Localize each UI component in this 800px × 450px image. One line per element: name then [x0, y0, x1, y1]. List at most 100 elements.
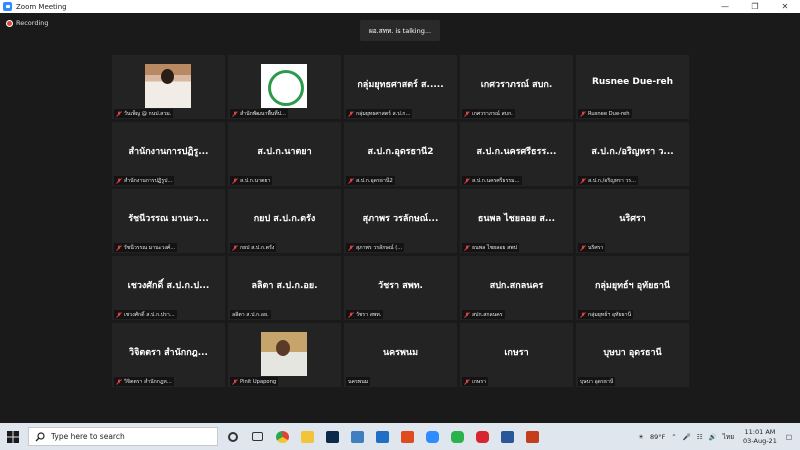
participant-tile[interactable]: นครพนม นครพนม	[344, 323, 457, 387]
close-button[interactable]: ✕	[770, 0, 800, 13]
participant-tile[interactable]: ส.ป.ก./อริญหรา ว... ส.ป.ก./อริญหรา วร...	[576, 122, 689, 186]
volume-icon[interactable]: 🔊	[709, 433, 717, 441]
participant-name: สำนักงานการปฏิรูป...	[124, 177, 173, 184]
participant-tile[interactable]: สุภาพร วรลักษณ์... สุภาพร วรลักษณ์ (...	[344, 189, 457, 253]
participant-display-name: สปก.สกลนคร	[489, 281, 544, 291]
participant-tile[interactable]: Pinit Upapong	[228, 323, 341, 387]
photoshop-taskbar-button[interactable]	[320, 423, 345, 450]
muted-mic-icon	[232, 177, 238, 184]
muted-mic-icon	[348, 110, 354, 117]
participant-tile[interactable]: ส.ป.ก.อุดรธานี2 ส.ป.ก.อุดรธานี2	[344, 122, 457, 186]
gallery-grid: วันเพ็ญ @ กนป.สวม. สำนักพัฒนาพื้นที่ป... ก…	[112, 55, 689, 387]
participant-name-label: เกศวราภรณ์ สบก.	[462, 109, 515, 118]
participant-tile[interactable]: กยป ส.ป.ก.ตรัง กยป ส.ป.ก.ตรัง	[228, 189, 341, 253]
participant-tile[interactable]: เชวงศักดิ์ ส.ป.ก.ป... เชวงศักดิ์ ส.ป.ก.ปร…	[112, 256, 225, 320]
weather-temp[interactable]: 89°F	[650, 433, 665, 441]
participant-tile[interactable]: กลุ่มยุทธ์ฯ อุทัยธานี กลุ่มยุทธ์ฯ อุทัยธา…	[576, 256, 689, 320]
participant-video	[261, 64, 307, 108]
taskbar-search-box[interactable]: Type here to search	[28, 427, 218, 446]
recorder-taskbar-button[interactable]	[470, 423, 495, 450]
muted-mic-icon	[232, 378, 238, 385]
participant-video	[261, 332, 307, 376]
participant-name-label: ธนพล ไชยลอย สพป	[462, 243, 519, 252]
participant-name-label: วันเพ็ญ @ กนป.สวม.	[114, 109, 174, 118]
participant-name-label: Pinit Upapong	[230, 377, 279, 386]
participant-name-label: สำนักพัฒนาพื้นที่ป...	[230, 109, 288, 118]
participant-tile[interactable]: ส.ป.ก.นาตยา ส.ป.ก.นาตยา	[228, 122, 341, 186]
powerpoint-icon	[526, 430, 539, 443]
participant-name-label: กยป ส.ป.ก.ตรัง	[230, 243, 277, 252]
record-icon	[6, 19, 13, 27]
powerpoint-taskbar-button[interactable]	[520, 423, 545, 450]
participant-tile[interactable]: รัชนีวรรณ มานะว... รัชนีวรรณ มานะวงศ์...	[112, 189, 225, 253]
participant-tile[interactable]: เกศวราภรณ์ สบก. เกศวราภรณ์ สบก.	[460, 55, 573, 119]
participant-tile[interactable]: ลลิตา ส.ป.ก.อย. ลลิตา ส.ป.ก.อย.	[228, 256, 341, 320]
participant-display-name: เกษรา	[504, 348, 529, 358]
chrome-taskbar-button[interactable]	[270, 423, 295, 450]
participant-tile[interactable]: นริศรา นริศรา	[576, 189, 689, 253]
participant-name: เกษรา	[472, 378, 487, 385]
multitask-icon	[252, 432, 263, 441]
participant-tile[interactable]: Rusnee Due-reh Rusnee Due-reh	[576, 55, 689, 119]
start-button[interactable]	[0, 423, 26, 450]
weather-icon[interactable]: ☀	[638, 433, 644, 441]
muted-mic-icon	[464, 244, 470, 251]
microphone-icon[interactable]: 🎤	[683, 433, 691, 441]
zoom-taskbar-button[interactable]	[420, 423, 445, 450]
vector-app-icon	[351, 430, 364, 443]
participant-name: กลุ่มยุทธศาสตร์ ส.ป.ก...	[356, 110, 411, 117]
show-hidden-icons-icon[interactable]: ⌃	[671, 433, 676, 441]
participant-display-name: สำนักงานการปฏิรู...	[128, 147, 209, 157]
participant-display-name: สุภาพร วรลักษณ์...	[362, 214, 439, 224]
muted-mic-icon	[580, 311, 586, 318]
taskbar-clock[interactable]: 11:01 AM 03-Aug-21	[743, 428, 777, 446]
muted-mic-icon	[464, 311, 470, 318]
multitask-taskbar-button[interactable]	[245, 423, 270, 450]
participant-tile[interactable]: วิจิตตรา สำนักกฎ... วิจิตตรา สำนักกฎห...	[112, 323, 225, 387]
participant-name: นริศรา	[588, 244, 604, 251]
participant-tile[interactable]: สำนักงานการปฏิรู... สำนักงานการปฏิรูป...	[112, 122, 225, 186]
participant-name-label: ส.ป.ก.อุดรธานี2	[346, 176, 395, 185]
participant-name-label: นริศรา	[578, 243, 606, 252]
participant-display-name: กลุ่มยุทธ์ฯ อุทัยธานี	[594, 281, 671, 291]
maximize-button[interactable]: ❐	[740, 0, 770, 13]
participant-tile[interactable]: วันเพ็ญ @ กนป.สวม.	[112, 55, 225, 119]
recording-indicator[interactable]: Recording	[6, 19, 49, 27]
muted-mic-icon	[116, 378, 122, 385]
participant-display-name: ธนพล ไชยลอย ส...	[477, 214, 556, 224]
participant-name: ส.ป.ก.อุดรธานี2	[356, 177, 393, 184]
participant-tile[interactable]: เกษรา เกษรา	[460, 323, 573, 387]
file-explorer-taskbar-button[interactable]	[295, 423, 320, 450]
participant-tile[interactable]: บุษบา อุดรธานี บุษบา อุดรธานี	[576, 323, 689, 387]
taskbar-apps	[220, 423, 545, 450]
task-view-taskbar-button[interactable]	[220, 423, 245, 450]
participant-tile[interactable]: กลุ่มยุทธศาสตร์ ส..... กลุ่มยุทธศาสตร์ ส.…	[344, 55, 457, 119]
mail-taskbar-button[interactable]	[370, 423, 395, 450]
participant-name: วัชรา สพท.	[356, 311, 382, 318]
participant-video	[145, 64, 191, 108]
language-indicator[interactable]: ไทย	[723, 432, 734, 442]
participant-display-name: ส.ป.ก.อุดรธานี2	[367, 147, 434, 157]
participant-tile[interactable]: วัชรา สพท. วัชรา สพท.	[344, 256, 457, 320]
participant-display-name: เกศวราภรณ์ สบก.	[480, 80, 553, 90]
office-icon	[401, 430, 414, 443]
participant-tile[interactable]: สปก.สกลนคร สปก.สกลนคร	[460, 256, 573, 320]
participant-name-label: ส.ป.ก.นาตยา	[230, 176, 273, 185]
participant-display-name: ส.ป.ก./อริญหรา ว...	[591, 147, 674, 157]
muted-mic-icon	[116, 244, 122, 251]
window-titlebar: Zoom Meeting — ❐ ✕	[0, 0, 800, 13]
line-taskbar-button[interactable]	[445, 423, 470, 450]
muted-mic-icon	[580, 177, 586, 184]
participant-display-name: กลุ่มยุทธศาสตร์ ส.....	[357, 80, 444, 90]
muted-mic-icon	[580, 110, 586, 117]
word-taskbar-button[interactable]	[495, 423, 520, 450]
minimize-button[interactable]: —	[710, 0, 740, 13]
recording-label: Recording	[16, 19, 49, 27]
participant-tile[interactable]: ส.ป.ก.นครศรีธรร... ส.ป.ก.นครศรีธรรม...	[460, 122, 573, 186]
participant-tile[interactable]: ธนพล ไชยลอย ส... ธนพล ไชยลอย สพป	[460, 189, 573, 253]
participant-tile[interactable]: สำนักพัฒนาพื้นที่ป...	[228, 55, 341, 119]
office-taskbar-button[interactable]	[395, 423, 420, 450]
notifications-icon[interactable]: □	[786, 433, 792, 441]
network-icon[interactable]: ☷	[697, 433, 703, 441]
vector-app-taskbar-button[interactable]	[345, 423, 370, 450]
